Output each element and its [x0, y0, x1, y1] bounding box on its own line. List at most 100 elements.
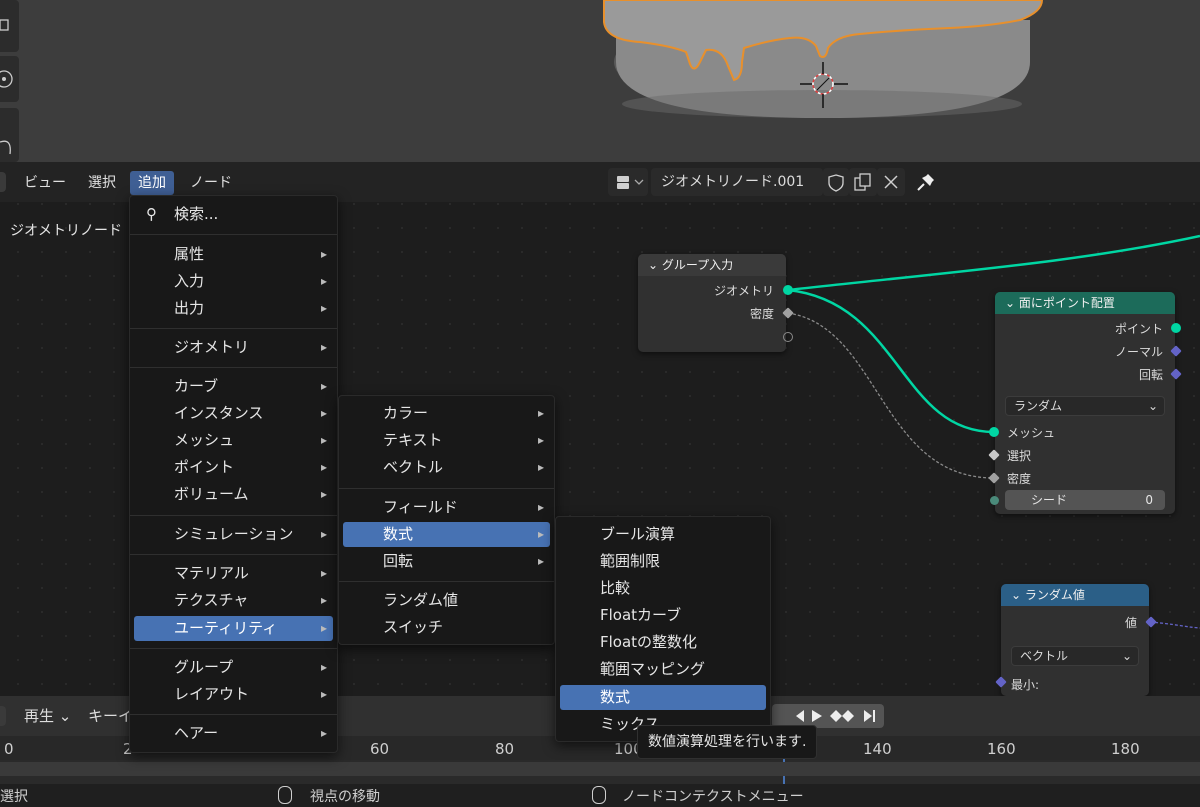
jump-end-icon [864, 710, 872, 722]
tooltip: 数値演算処理を行います. [637, 725, 818, 759]
dropdown-value: ベクトル [1020, 649, 1069, 663]
node-title: 面にポイント配置 [1018, 296, 1115, 310]
playback-label: 再生 [24, 707, 55, 725]
add-menu-geometry[interactable]: ジオメトリ [134, 335, 333, 360]
add-menu-search[interactable]: ⚲ 検索... [134, 202, 333, 227]
frame-label-140: 140 [863, 740, 892, 758]
socket-label-geometry: ジオメトリ [713, 284, 774, 298]
add-menu: ⚲ 検索... 属性 入力 出力 ジオメトリ カーブ インスタンス メッシュ ポ… [129, 195, 338, 753]
add-menu-input[interactable]: 入力 [134, 269, 333, 294]
play-icon [812, 710, 822, 722]
socket-label-value: 値 [1124, 616, 1137, 630]
viewport-tool-select[interactable] [0, 0, 19, 52]
editor-type-button[interactable] [0, 706, 6, 726]
chevron-down-icon: ⌄ [58, 707, 72, 725]
add-menu-simulation[interactable]: シミュレーション [134, 522, 333, 547]
node-distribute-points[interactable]: ⌄ 面にポイント配置 ポイント ノーマル 回転 ランダム ⌄ メッシュ 選択 密… [995, 292, 1175, 514]
add-menu-material[interactable]: マテリアル [134, 561, 333, 586]
data-type-dropdown[interactable]: ベクトル ⌄ [1011, 646, 1139, 666]
status-pan-hint: 視点の移動 [310, 789, 380, 805]
utilities-vector[interactable]: ベクトル [343, 455, 550, 480]
utilities-switch[interactable]: スイッチ [343, 615, 550, 640]
add-menu-group[interactable]: グループ [134, 655, 333, 680]
add-menu-texture[interactable]: テクスチャ [134, 588, 333, 613]
utilities-text[interactable]: テキスト [343, 428, 550, 453]
viewport-tool-move[interactable] [0, 108, 19, 162]
3d-viewport[interactable] [0, 0, 1200, 162]
socket-label-min: 最小: [1011, 678, 1040, 692]
search-icon: ⚲ [146, 205, 157, 223]
seed-value: 0 [1145, 493, 1153, 507]
search-label: 検索... [174, 205, 219, 223]
socket-label-rotation: 回転 [1138, 368, 1163, 382]
math-math[interactable]: 数式 [560, 685, 766, 710]
frame-label-160: 160 [987, 740, 1016, 758]
utilities-field[interactable]: フィールド [343, 495, 550, 520]
collapse-chevron-icon[interactable]: ⌄ [1011, 588, 1025, 602]
chevron-down-icon: ⌄ [1121, 649, 1132, 663]
frame-label-60: 60 [370, 740, 390, 758]
socket-output-empty[interactable] [783, 332, 793, 342]
keyframe-icon [830, 710, 842, 722]
socket-label-normal: ノーマル [1114, 345, 1163, 359]
math-boolean[interactable]: ブール演算 [560, 522, 766, 547]
seed-field[interactable]: シード 0 [1005, 490, 1165, 510]
node-header[interactable]: ⌄ ランダム値 [1001, 584, 1149, 606]
socket-label-density: 密度 [1007, 472, 1032, 486]
jump-back-icon [796, 710, 804, 722]
frame-label-0: 0 [4, 740, 14, 758]
add-menu-layout[interactable]: レイアウト [134, 682, 333, 707]
add-menu-hair[interactable]: ヘアー [134, 721, 333, 746]
dropdown-value: ランダム [1014, 399, 1063, 413]
add-menu-volume[interactable]: ボリューム [134, 482, 333, 507]
node-group-input[interactable]: ⌄ グループ入力 ジオメトリ 密度 [638, 254, 786, 352]
math-map-range[interactable]: 範囲マッピング [560, 657, 766, 682]
viewport-scene [603, 0, 1044, 118]
add-menu-attribute[interactable]: 属性 [134, 242, 333, 267]
add-menu-output[interactable]: 出力 [134, 296, 333, 321]
status-bar: 選択 視点の移動 ノードコンテクストメニュー [0, 784, 1200, 807]
add-menu-curve[interactable]: カーブ [134, 374, 333, 399]
collapse-chevron-icon[interactable]: ⌄ [648, 258, 662, 272]
utilities-random-value[interactable]: ランダム値 [343, 588, 550, 613]
frame-label-180: 180 [1111, 740, 1140, 758]
status-select-hint: 選択 [0, 789, 28, 805]
node-header[interactable]: ⌄ グループ入力 [638, 254, 786, 276]
utilities-submenu: カラー テキスト ベクトル フィールド 数式 回転 ランダム値 スイッチ [338, 395, 555, 645]
playback-menu[interactable]: 再生 ⌄ [18, 704, 77, 728]
node-title: グループ入力 [661, 258, 734, 272]
utilities-math[interactable]: 数式 [343, 522, 550, 547]
utilities-rotation[interactable]: 回転 [343, 549, 550, 574]
mouse-right-icon [592, 786, 606, 804]
collapse-chevron-icon[interactable]: ⌄ [1005, 296, 1019, 310]
utilities-color[interactable]: カラー [343, 401, 550, 426]
mouse-middle-icon [278, 786, 292, 804]
status-context-hint: ノードコンテクストメニュー [622, 789, 804, 805]
seed-label: シード [1031, 493, 1068, 507]
add-menu-instances[interactable]: インスタンス [134, 401, 333, 426]
socket-input-seed[interactable] [990, 496, 999, 505]
math-float-curve[interactable]: Floatカーブ [560, 603, 766, 628]
socket-label-points: ポイント [1114, 322, 1163, 336]
add-menu-point[interactable]: ポイント [134, 455, 333, 480]
add-menu-mesh[interactable]: メッシュ [134, 428, 333, 453]
math-submenu: ブール演算 範囲制限 比較 Floatカーブ Floatの整数化 範囲マッピング… [555, 516, 771, 742]
socket-label-density: 密度 [749, 307, 774, 321]
socket-output-points[interactable] [1171, 323, 1181, 333]
node-header[interactable]: ⌄ 面にポイント配置 [995, 292, 1175, 314]
socket-output-geometry[interactable] [783, 285, 793, 295]
node-title: ランダム値 [1024, 588, 1085, 602]
node-random-value[interactable]: ⌄ ランダム値 値 ベクトル ⌄ 最小: [1001, 584, 1149, 696]
timeline-scrollbar[interactable] [0, 762, 1200, 776]
math-float-to-integer[interactable]: Floatの整数化 [560, 630, 766, 655]
socket-label-mesh: メッシュ [1007, 426, 1056, 440]
socket-label-selection: 選択 [1007, 449, 1032, 463]
add-menu-utilities[interactable]: ユーティリティ [134, 616, 333, 641]
distribute-method-dropdown[interactable]: ランダム ⌄ [1005, 396, 1165, 416]
chevron-down-icon: ⌄ [1147, 399, 1158, 413]
frame-label-80: 80 [495, 740, 515, 758]
math-compare[interactable]: 比較 [560, 576, 766, 601]
socket-input-mesh[interactable] [989, 427, 999, 437]
viewport-tool-cursor[interactable] [0, 56, 19, 102]
math-clamp[interactable]: 範囲制限 [560, 549, 766, 574]
